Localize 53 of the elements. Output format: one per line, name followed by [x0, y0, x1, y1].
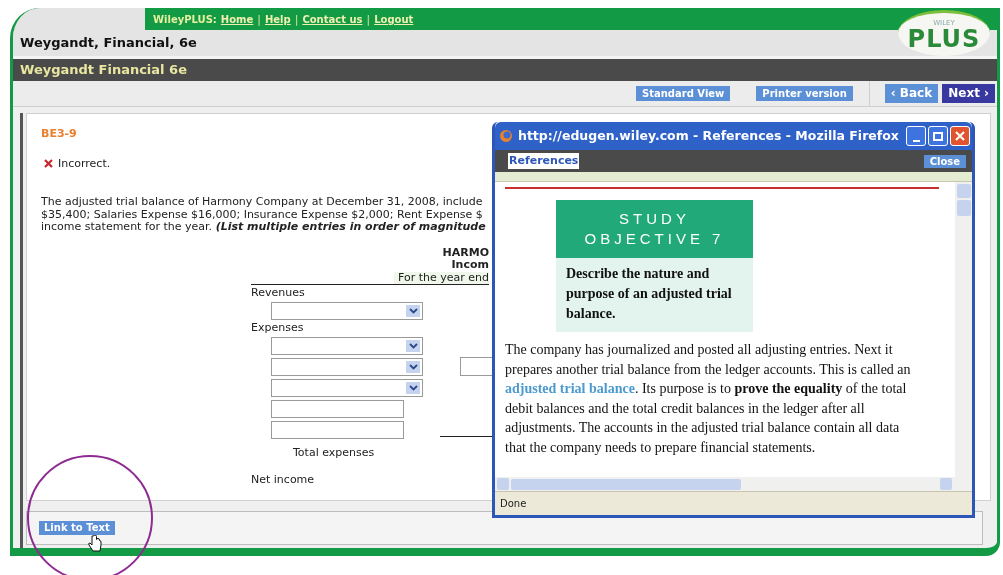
view-button[interactable]: Standard View: [636, 86, 731, 101]
minimize-icon[interactable]: [906, 126, 926, 146]
account-dropdown[interactable]: [271, 358, 423, 376]
header-link[interactable]: Home: [220, 11, 254, 27]
link-separator: |: [257, 12, 261, 27]
browser-icon: [499, 129, 513, 143]
result-label: Incorrect.: [58, 155, 111, 172]
vertical-scrollbar[interactable]: [955, 182, 972, 477]
link-separator: |: [366, 12, 371, 27]
objective-banner: STUDY OBJECTIVE 7: [556, 200, 753, 258]
amount-field[interactable]: [271, 400, 404, 418]
header-link[interactable]: Contact us: [302, 11, 363, 27]
view-button[interactable]: Printer version: [756, 86, 853, 101]
header-link[interactable]: Help: [264, 11, 291, 27]
references-title: References: [508, 152, 580, 170]
question-text: $35,400; Salaries Expense $16,000; Insurance Expense $2,000; Rent Expense $: [41, 208, 484, 221]
amount-field[interactable]: [271, 421, 404, 439]
dropdown-arrow-icon: [406, 382, 420, 394]
dropdown-arrow-icon: [406, 361, 420, 373]
account-dropdown[interactable]: [271, 379, 423, 397]
section-label: Revenues: [251, 286, 306, 300]
account-dropdown[interactable]: [271, 302, 423, 320]
close-button[interactable]: Close: [923, 154, 966, 168]
question-text: income statement for the year. (List multiple entries in order of magnitude: [41, 221, 487, 234]
next-button[interactable]: Next ›: [942, 84, 995, 103]
objective-text: Describe the nature and purpose of an adjusted trial balance.: [556, 258, 753, 332]
back-button[interactable]: ‹ Back: [884, 84, 939, 103]
term-link[interactable]: adjusted trial balance: [505, 381, 635, 396]
amount-field[interactable]: [460, 357, 492, 376]
question-text: The adjusted trial balance of Harmony Company at December 31, 2008, include: [41, 196, 484, 209]
total-label: Total expenses: [293, 445, 376, 461]
section-title: Weygandt Financial 6e: [20, 61, 187, 80]
statement-period: For the year end: [394, 271, 489, 284]
statement-heading: Incom: [451, 259, 489, 272]
statement-heading: HARMO: [442, 246, 489, 259]
status-text: Done: [500, 497, 527, 511]
course-title: Weygandt, Financial, 6e: [20, 34, 197, 53]
cross-icon: [44, 159, 53, 169]
maximize-icon[interactable]: [928, 126, 948, 146]
header-link[interactable]: Logout: [374, 11, 414, 27]
link-separator: |: [294, 12, 299, 27]
dropdown-arrow-icon: [406, 305, 420, 317]
account-dropdown[interactable]: [271, 337, 423, 355]
question-id: BE3-9: [41, 126, 78, 142]
horizontal-scrollbar[interactable]: [495, 477, 972, 491]
dropdown-arrow-icon: [406, 340, 420, 352]
reference-paragraph: The company has journalized and posted all adjusting entries. Next it prepares another trial balance from the ledger accounts. This is called an adjusted trial balance. Its purpose is to prove the equality of the total debit balances and the total credit balances in the ledger after all adjustments. The accounts in the adjusted trial balance contain all data that the company needs to prepare financial statements.: [505, 341, 912, 457]
window-title: http://edugen.wiley.com - References - Mozilla Firefox: [518, 126, 900, 145]
link-to-text-button[interactable]: Link to Text: [39, 521, 115, 535]
close-icon[interactable]: [950, 126, 970, 146]
section-label: Expenses: [251, 321, 305, 335]
net-income-label: Net income: [251, 471, 316, 488]
brand-label: WileyPLUS:: [153, 12, 217, 27]
